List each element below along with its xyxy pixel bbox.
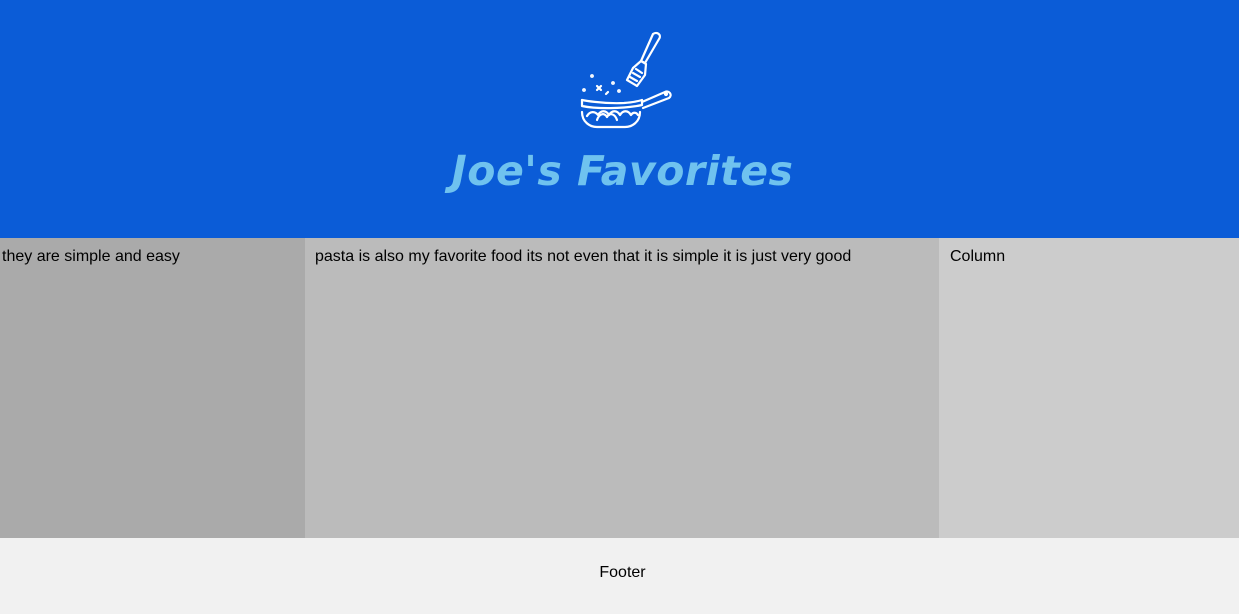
left-column: they are simple and easy (0, 238, 305, 538)
footer: Footer (0, 538, 1239, 614)
footer-text: Footer (599, 564, 646, 581)
header: Joe's Favorites (0, 0, 1239, 238)
right-column-text: Column (950, 248, 1006, 265)
frying-pan-spatula-icon (575, 28, 679, 132)
right-column: Column (939, 238, 1239, 538)
left-column-text: they are simple and easy (2, 248, 180, 265)
middle-column-text: pasta is also my favorite food its not e… (315, 248, 852, 265)
middle-column: pasta is also my favorite food its not e… (305, 238, 939, 538)
site-title: Joe's Favorites (451, 147, 794, 195)
page: Joe's Favorites they are simple and easy… (0, 0, 1239, 614)
